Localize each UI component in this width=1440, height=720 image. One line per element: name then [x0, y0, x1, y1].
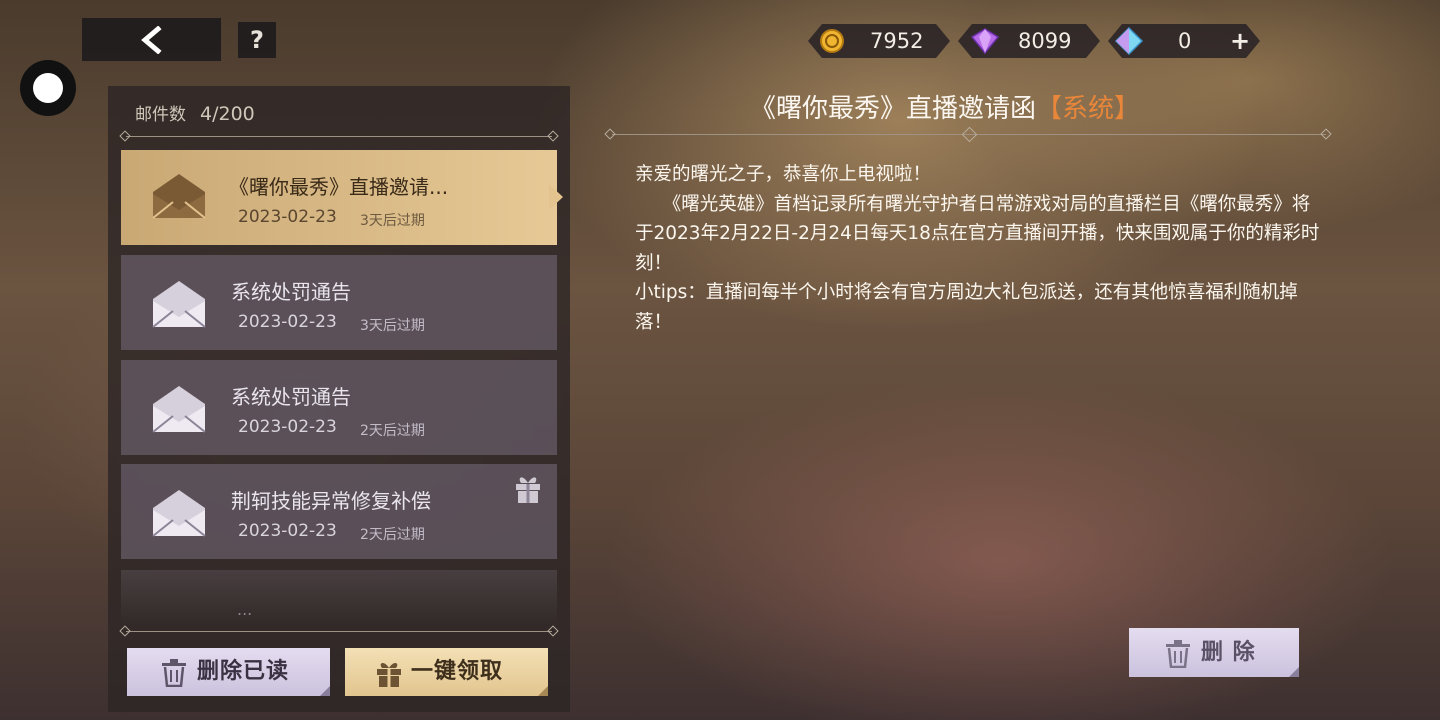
- mail-count-value: 4/200: [200, 103, 255, 125]
- trash-icon: [162, 659, 186, 687]
- selected-indicator: [549, 184, 563, 210]
- gift-icon: [516, 477, 540, 503]
- mail-detail-title: 《曙你最秀》直播邀请函【系统】: [750, 88, 1140, 125]
- purple-gem-amount: 8099: [1018, 29, 1072, 53]
- mail-detail-title-text: 《曙你最秀》直播邀请函: [750, 94, 1037, 124]
- back-arrow-icon: [141, 26, 162, 54]
- add-currency-button[interactable]: +: [1230, 24, 1250, 58]
- divider-ornament: [1320, 128, 1332, 140]
- mail-title: 荆轲技能异常修复补偿: [231, 489, 431, 513]
- currency-purple-gem: 8099: [958, 24, 1100, 58]
- mail-list-item[interactable]: 荆轲技能异常修复补偿 2023-02-23 2天后过期: [121, 464, 557, 559]
- claim-all-label: 一键领取: [411, 659, 504, 684]
- floating-assistive-button[interactable]: [20, 60, 76, 116]
- blue-crystal-icon: [1114, 27, 1144, 55]
- help-button[interactable]: ?: [238, 22, 276, 58]
- purple-gem-icon: [970, 27, 1000, 55]
- mail-body: 亲爱的曙光之子，恭喜你上电视啦！ 《曙光英雄》首档记录所有曙光守护者日常游戏对局…: [635, 160, 1325, 337]
- mail-date: 2023-02-23: [238, 207, 337, 227]
- mail-category-tag: 【系统】: [1036, 94, 1141, 124]
- mail-list-item-partial[interactable]: ...: [121, 570, 557, 626]
- list-top-divider: [126, 136, 552, 137]
- gold-coin-icon: [818, 28, 846, 54]
- open-envelope-icon: [152, 490, 206, 537]
- ellipsis-text: ...: [237, 600, 253, 619]
- divider-ornament: [604, 128, 616, 140]
- delete-label: 删 除: [1201, 640, 1256, 665]
- delete-read-label: 删除已读: [197, 659, 290, 684]
- back-button[interactable]: [82, 18, 221, 61]
- mail-title: 系统处罚通告: [231, 385, 351, 409]
- delete-read-button[interactable]: 删除已读: [127, 648, 330, 696]
- trash-icon: [1166, 640, 1190, 668]
- mail-list-item[interactable]: 系统处罚通告 2023-02-23 3天后过期: [121, 255, 557, 350]
- mail-list-item-selected[interactable]: 《曙你最秀》直播邀请... 2023-02-23 3天后过期: [121, 150, 557, 245]
- claim-all-button[interactable]: 一键领取: [345, 648, 548, 696]
- open-envelope-icon: [152, 386, 206, 433]
- mail-date: 2023-02-23: [238, 312, 337, 332]
- mail-title: 《曙你最秀》直播邀请...: [229, 175, 449, 199]
- mail-body-paragraph: 亲爱的曙光之子，恭喜你上电视啦！: [635, 164, 932, 185]
- delete-button[interactable]: 删 除: [1129, 628, 1299, 677]
- mail-expiry: 3天后过期: [360, 213, 425, 229]
- mail-list-item[interactable]: 系统处罚通告 2023-02-23 2天后过期: [121, 360, 557, 455]
- list-bottom-divider: [126, 631, 552, 632]
- envelope-icon: [152, 174, 206, 219]
- mail-date: 2023-02-23: [238, 521, 337, 541]
- mail-count: 邮件数 4/200: [135, 100, 255, 125]
- gold-amount: 7952: [870, 29, 924, 53]
- divider-center-ornament: [961, 126, 978, 143]
- mail-expiry: 2天后过期: [360, 527, 425, 543]
- gift-icon: [377, 663, 401, 687]
- open-envelope-icon: [152, 281, 206, 328]
- currency-gold: 7952: [808, 24, 950, 58]
- mail-body-paragraph: 小tips：直播间每半个小时将会有官方周边大礼包派送，还有其他惊喜福利随机掉落！: [635, 282, 1298, 333]
- currency-blue-crystal: 0 +: [1108, 24, 1260, 58]
- mail-expiry: 2天后过期: [360, 423, 425, 439]
- mail-body-paragraph: 《曙光英雄》首档记录所有曙光守护者日常游戏对局的直播栏目《曙你最秀》将于2023…: [635, 193, 1320, 274]
- blue-crystal-amount: 0: [1178, 29, 1192, 53]
- mail-expiry: 3天后过期: [360, 318, 425, 334]
- mail-count-label: 邮件数: [135, 105, 186, 125]
- mail-date: 2023-02-23: [238, 417, 337, 437]
- mail-title: 系统处罚通告: [231, 280, 351, 304]
